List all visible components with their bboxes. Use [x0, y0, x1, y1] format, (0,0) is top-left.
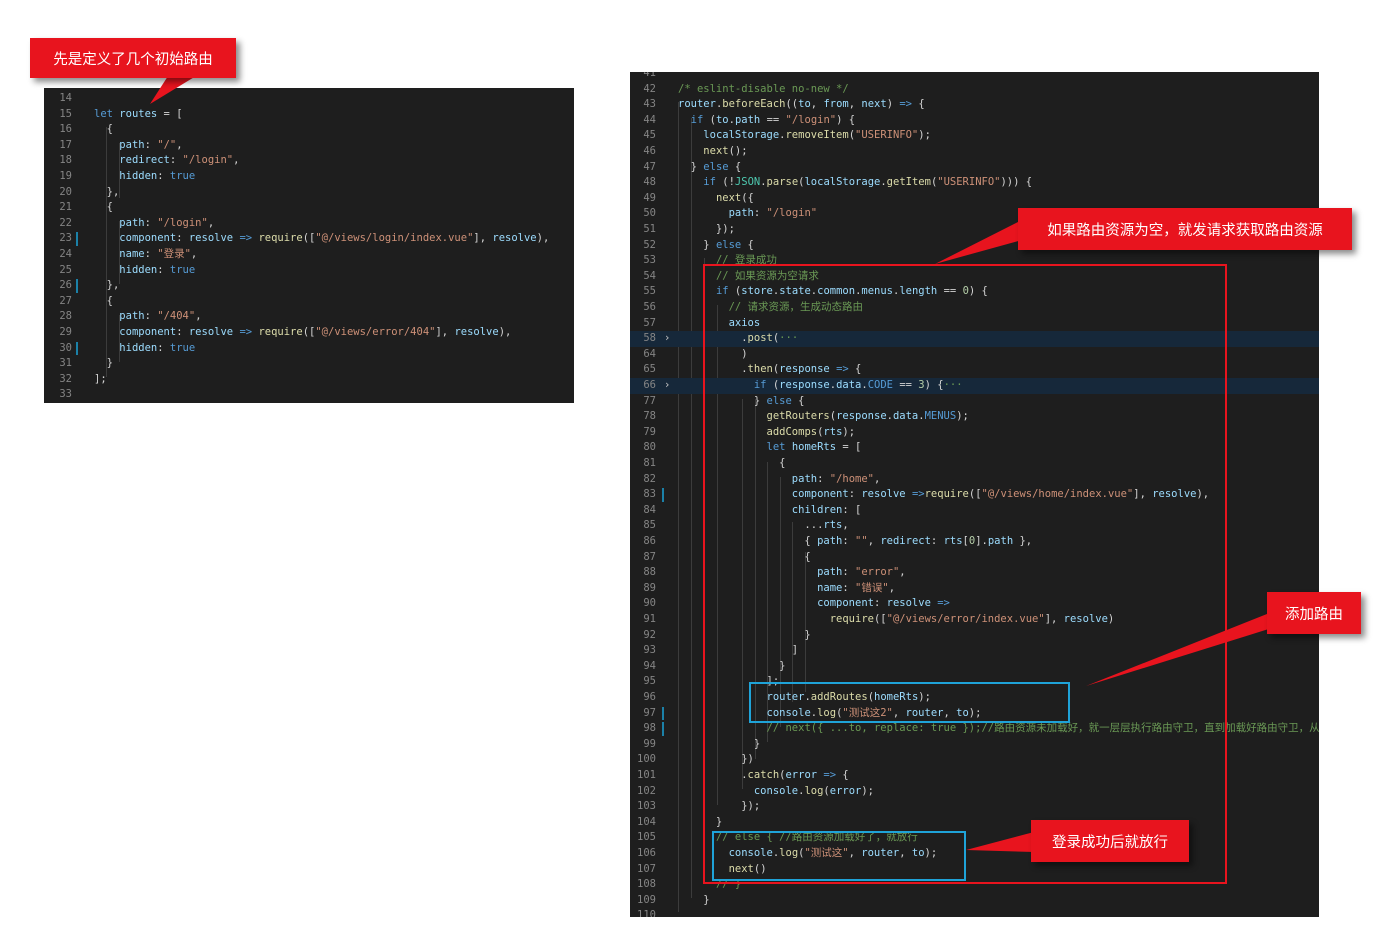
callout-login-success: 登录成功后就放行: [1031, 820, 1189, 862]
callout-init-routes: 先是定义了几个初始路由: [30, 38, 236, 78]
callout-pointers: [150, 76, 1272, 852]
callout-pointer-add: [1086, 612, 1272, 686]
callout-fetch-routes: 如果路由资源为空，就发请求获取路由资源: [1018, 208, 1352, 250]
callout-add-routes: 添加路由: [1267, 592, 1361, 634]
callout-pointer-fetch: [935, 220, 1022, 264]
callout-pointer-login: [966, 832, 1034, 852]
callout-pointer-init: [150, 76, 196, 104]
